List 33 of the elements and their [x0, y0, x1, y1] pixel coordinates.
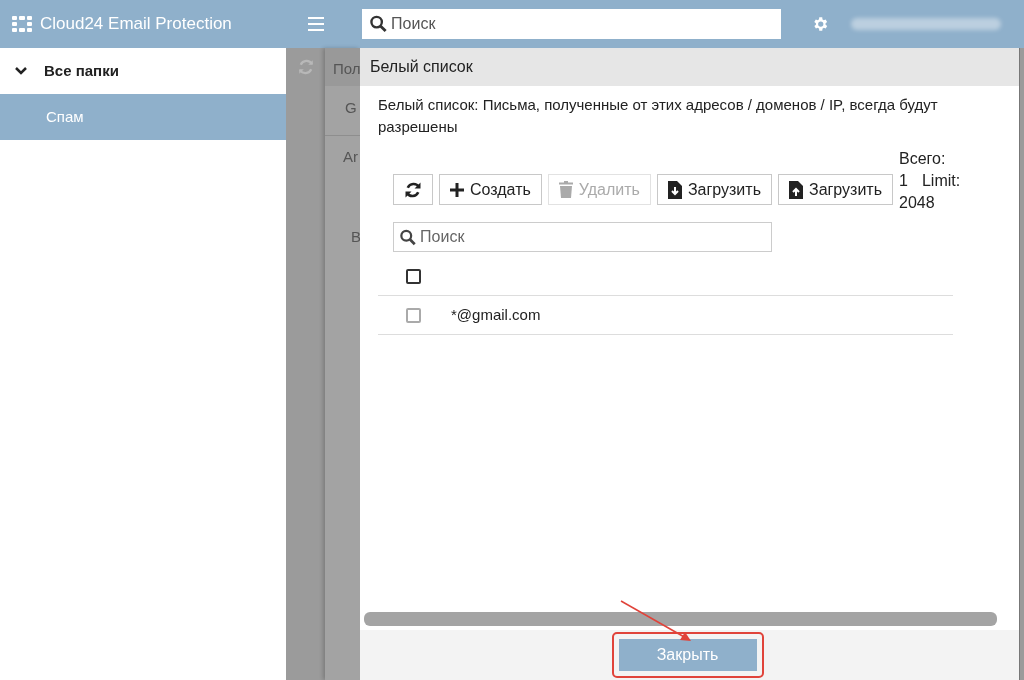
search-field[interactable]: Поиск: [362, 9, 781, 39]
file-upload-icon: [788, 180, 803, 199]
plus-icon: [450, 182, 464, 197]
background-text: B: [351, 228, 360, 245]
search-input[interactable]: Поиск: [420, 225, 765, 249]
grid-logo-icon: [12, 16, 32, 32]
dialog-title: Белый список: [360, 48, 1019, 86]
menu-icon[interactable]: [308, 17, 324, 31]
background-text: Пол: [333, 60, 360, 77]
create-button[interactable]: Создать: [439, 174, 542, 205]
background-text: G: [345, 99, 357, 116]
search-input[interactable]: Поиск: [391, 12, 773, 36]
total-text: Всего:: [899, 149, 947, 169]
export-button[interactable]: Загрузить: [777, 174, 894, 205]
refresh-icon: [296, 58, 315, 76]
checkbox[interactable]: [406, 269, 421, 284]
trash-icon: [558, 181, 573, 198]
table-cell-text: *@gmail.com: [451, 304, 541, 325]
refresh-icon: [404, 180, 422, 199]
search-icon: [400, 228, 417, 246]
file-download-icon: [667, 180, 682, 199]
refresh-button[interactable]: [393, 174, 433, 205]
app-title: Cloud24 Email Protection: [40, 13, 232, 36]
import-button[interactable]: Загрузить: [656, 174, 772, 205]
checkbox[interactable]: [406, 307, 421, 323]
chevron-down-icon: [14, 66, 28, 76]
total-text: 1: [899, 171, 908, 191]
total-text: 2048: [899, 193, 935, 213]
total-text: Limit:: [921, 171, 961, 191]
search-field[interactable]: Поиск: [393, 222, 772, 252]
background-text: Ar: [343, 148, 358, 165]
dialog-description: Белый список: Письма, полученные от этих адресов / доменов / IP, всегда будут разрешены: [378, 95, 939, 137]
search-icon: [370, 15, 388, 33]
